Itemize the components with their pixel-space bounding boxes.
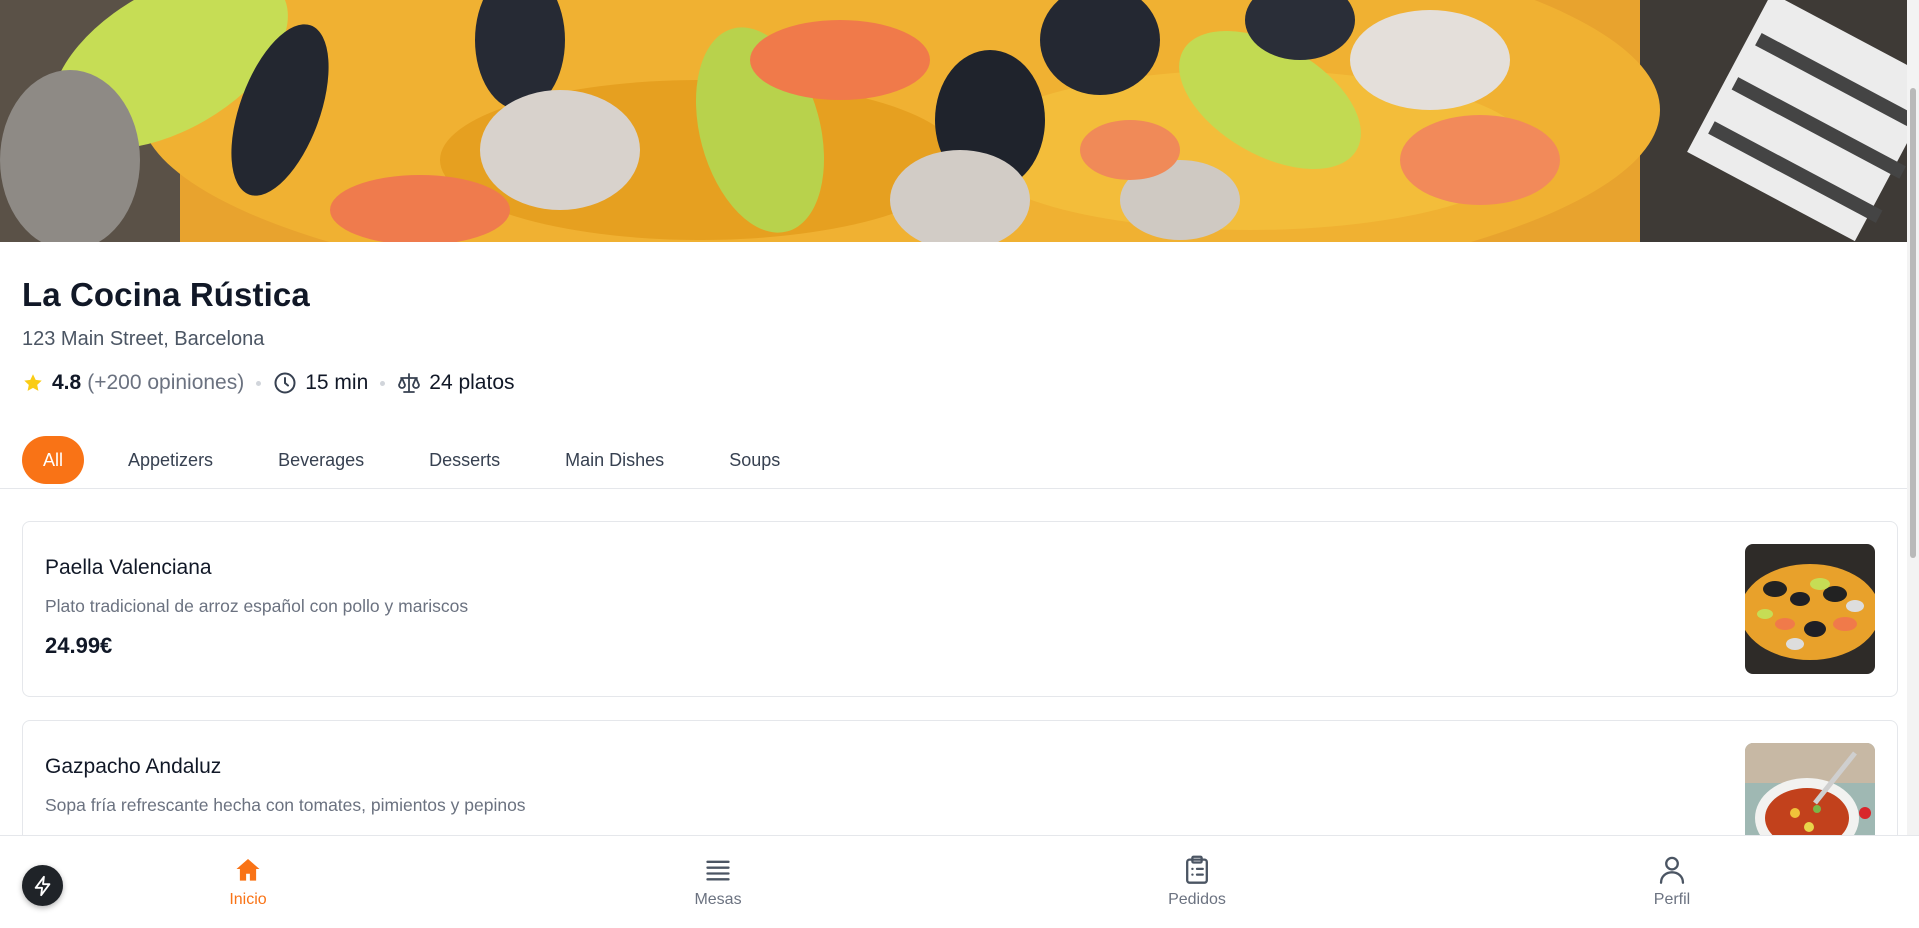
tab-soups[interactable]: Soups <box>708 436 801 484</box>
nav-label: Perfil <box>1653 891 1691 908</box>
home-icon <box>233 854 263 886</box>
nav-label: Mesas <box>694 891 742 908</box>
category-tabs: All Appetizers Beverages Desserts Main D… <box>22 436 824 484</box>
nav-pedidos[interactable]: Pedidos <box>1137 836 1257 928</box>
separator-dot <box>380 380 386 386</box>
dish-description: Sopa fría refrescante hecha con tomates,… <box>45 795 526 815</box>
scrollbar-thumb[interactable] <box>1910 88 1916 558</box>
dish-count: 24 platos <box>429 371 515 394</box>
tab-main-dishes[interactable]: Main Dishes <box>544 436 685 484</box>
dish-name: Paella Valenciana <box>45 556 212 579</box>
lightning-icon <box>32 875 54 897</box>
dish-price: 24.99€ <box>45 633 113 658</box>
star-icon <box>22 372 44 394</box>
menu-item-card[interactable]: Paella Valenciana Plato tradicional de a… <box>22 521 1898 697</box>
restaurant-address: 123 Main Street, Barcelona <box>22 328 265 350</box>
restaurant-meta: 4.8 (+200 opiniones) 15 min 24 platos <box>22 369 515 397</box>
scale-icon <box>397 371 421 395</box>
tab-desserts[interactable]: Desserts <box>408 436 521 484</box>
restaurant-name: La Cocina Rústica <box>22 276 310 313</box>
nav-perfil[interactable]: Perfil <box>1612 836 1732 928</box>
bottom-navigation: Inicio Mesas Pedidos Perfil <box>0 835 1919 928</box>
tab-all[interactable]: All <box>22 436 85 484</box>
tab-beverages[interactable]: Beverages <box>257 436 385 484</box>
rating-value: 4.8 <box>52 371 82 394</box>
nav-inicio[interactable]: Inicio <box>188 836 308 928</box>
tab-appetizers[interactable]: Appetizers <box>107 436 234 484</box>
dish-name: Gazpacho Andaluz <box>45 755 222 778</box>
paella-image <box>1745 544 1875 674</box>
menu-lines-icon <box>704 854 732 886</box>
nav-mesas[interactable]: Mesas <box>658 836 778 928</box>
page-scrollbar[interactable] <box>1907 0 1919 835</box>
hero-image <box>0 0 1919 242</box>
dish-description: Plato tradicional de arroz español con p… <box>45 596 469 616</box>
nav-label: Inicio <box>229 891 267 908</box>
clipboard-icon <box>1183 854 1211 886</box>
clock-icon <box>273 371 297 395</box>
app-viewport: La Cocina Rústica 123 Main Street, Barce… <box>0 0 1919 928</box>
separator-dot <box>256 380 262 386</box>
nav-label: Pedidos <box>1168 891 1226 908</box>
tabs-divider <box>0 488 1907 489</box>
user-icon <box>1658 854 1686 886</box>
delivery-time: 15 min <box>305 371 369 394</box>
quick-action-button[interactable] <box>22 865 63 906</box>
review-count: (+200 opiniones) <box>87 371 245 394</box>
